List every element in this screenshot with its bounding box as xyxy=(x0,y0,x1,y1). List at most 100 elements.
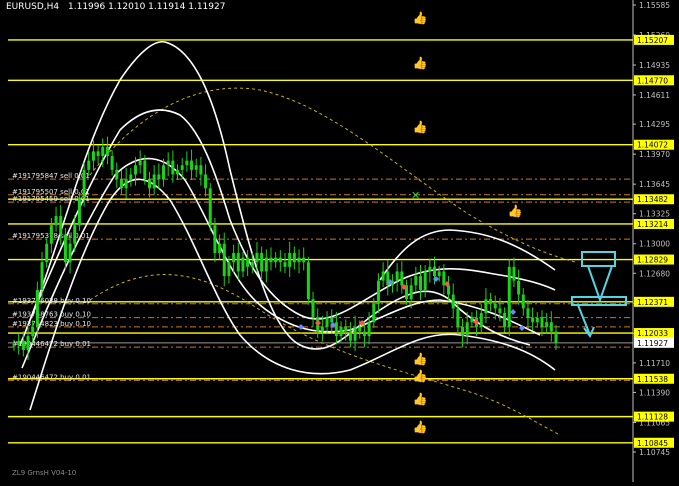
candle-body xyxy=(344,326,348,332)
candle-body xyxy=(278,257,282,263)
chart-window[interactable]: #191795847 sell 0.01 #191795507 sell 0.01… xyxy=(0,0,679,482)
order-label: #193754823 buy 0.10 xyxy=(12,320,91,328)
candle-body xyxy=(465,322,469,337)
candle-body xyxy=(264,257,268,272)
candle-body xyxy=(241,257,245,272)
thumbs-up-icon: 👍 xyxy=(413,120,428,134)
candle-body xyxy=(91,151,95,161)
price-tag-label: 1.12371 xyxy=(637,298,668,307)
thumbs-up-icon: 👍 xyxy=(508,204,523,218)
candle-body xyxy=(348,331,352,341)
candle-body xyxy=(498,308,502,314)
candle-body xyxy=(171,160,175,175)
candle-body xyxy=(45,243,49,263)
candle-body xyxy=(222,243,226,277)
candle-body xyxy=(400,271,404,286)
candle-body xyxy=(250,262,254,267)
candle-body xyxy=(101,146,105,157)
candle-body xyxy=(283,262,287,267)
axis-tick-label: 1.11390 xyxy=(639,388,670,397)
candle-body xyxy=(433,266,437,277)
axis-tick-label: 1.11710 xyxy=(639,359,670,368)
thumbs-up-icon: 👍 xyxy=(413,420,428,434)
candle-body xyxy=(73,225,77,244)
indicator-label: ZL9 GrnsH V04-10 xyxy=(12,469,77,477)
candle-body xyxy=(447,285,451,295)
thumbs-up-icon: 👍 xyxy=(413,369,428,383)
candle-body xyxy=(204,174,208,189)
candle-body xyxy=(484,299,488,314)
order-label: #190446472 buy 0.01 xyxy=(12,373,91,381)
price-tag-label: 1.13482 xyxy=(637,195,668,204)
axis-tick-label: 1.12680 xyxy=(639,269,670,278)
thumbs-up-icon: 👍 xyxy=(413,56,428,70)
candle-body xyxy=(531,317,535,323)
price-tag-label: 1.11927 xyxy=(637,339,668,348)
candle-body xyxy=(246,257,250,267)
axis-tick-label: 1.13645 xyxy=(639,180,670,189)
candle-body xyxy=(311,299,315,318)
price-tag-label: 1.11538 xyxy=(637,375,668,384)
candle-body xyxy=(232,252,236,263)
candle-body xyxy=(35,289,39,327)
candle-body xyxy=(358,326,362,332)
price-tag-label: 1.15207 xyxy=(637,36,668,45)
candle-body xyxy=(87,160,91,170)
ohlc-label: 1.11996 1.12010 1.11914 1.11927 xyxy=(68,2,226,12)
candle-body xyxy=(21,340,25,350)
candle-body xyxy=(124,179,128,189)
candle-body xyxy=(190,160,194,170)
candle-body xyxy=(162,165,166,180)
candle-body xyxy=(110,156,114,170)
candle-body xyxy=(152,174,156,189)
candle-body xyxy=(115,169,119,180)
candle-body xyxy=(526,308,530,318)
price-tag-label: 1.13214 xyxy=(637,220,668,229)
candle-body xyxy=(428,266,432,272)
candle-body xyxy=(535,317,539,323)
candle-body xyxy=(503,313,507,327)
axis-tick-label: 1.10745 xyxy=(639,448,670,457)
candle-body xyxy=(213,225,217,253)
candle-body xyxy=(40,262,44,290)
candle-body xyxy=(302,257,306,263)
candle-body xyxy=(419,276,422,290)
axis-tick-label: 1.13325 xyxy=(639,210,670,219)
candle-body xyxy=(199,165,203,175)
candle-body xyxy=(493,303,497,309)
candle-body xyxy=(227,262,231,277)
candle-body xyxy=(129,174,133,180)
candle-body xyxy=(12,345,16,347)
candle-body xyxy=(274,257,278,263)
candle-body xyxy=(512,266,516,281)
price-tag-label: 1.11128 xyxy=(637,413,668,422)
candle-body xyxy=(362,331,366,337)
candle-body xyxy=(409,285,413,300)
candle-body xyxy=(297,257,301,263)
candle-body xyxy=(521,294,525,309)
candle-body xyxy=(549,322,553,332)
candle-body xyxy=(133,165,137,175)
price-tag-label: 1.12033 xyxy=(637,329,668,338)
candle-body xyxy=(325,317,329,327)
candle-body xyxy=(180,165,184,170)
candle-body xyxy=(367,322,371,337)
candle-body xyxy=(339,326,343,337)
candle-body xyxy=(59,216,63,235)
candle-body xyxy=(31,326,35,337)
thumbs-up-icon: 👍 xyxy=(413,352,428,366)
price-tag-label: 1.10845 xyxy=(637,439,668,448)
axis-tick-label: 1.13970 xyxy=(639,150,670,159)
candle-body xyxy=(236,252,240,272)
price-chart[interactable]: #191795847 sell 0.01#191795507 sell 0.01… xyxy=(0,0,679,482)
candle-body xyxy=(320,326,324,332)
candle-body xyxy=(260,252,264,272)
symbol-label: EURUSD,H4 xyxy=(6,2,60,12)
candle-body xyxy=(376,280,380,304)
candle-body xyxy=(269,257,273,263)
candle-body xyxy=(218,243,222,253)
candle-body xyxy=(489,299,493,304)
candle-body xyxy=(157,174,161,180)
thumbs-up-icon: 👍 xyxy=(413,392,428,406)
chart-title: EURUSD,H4 1.11996 1.12010 1.11914 1.1192… xyxy=(6,2,225,12)
